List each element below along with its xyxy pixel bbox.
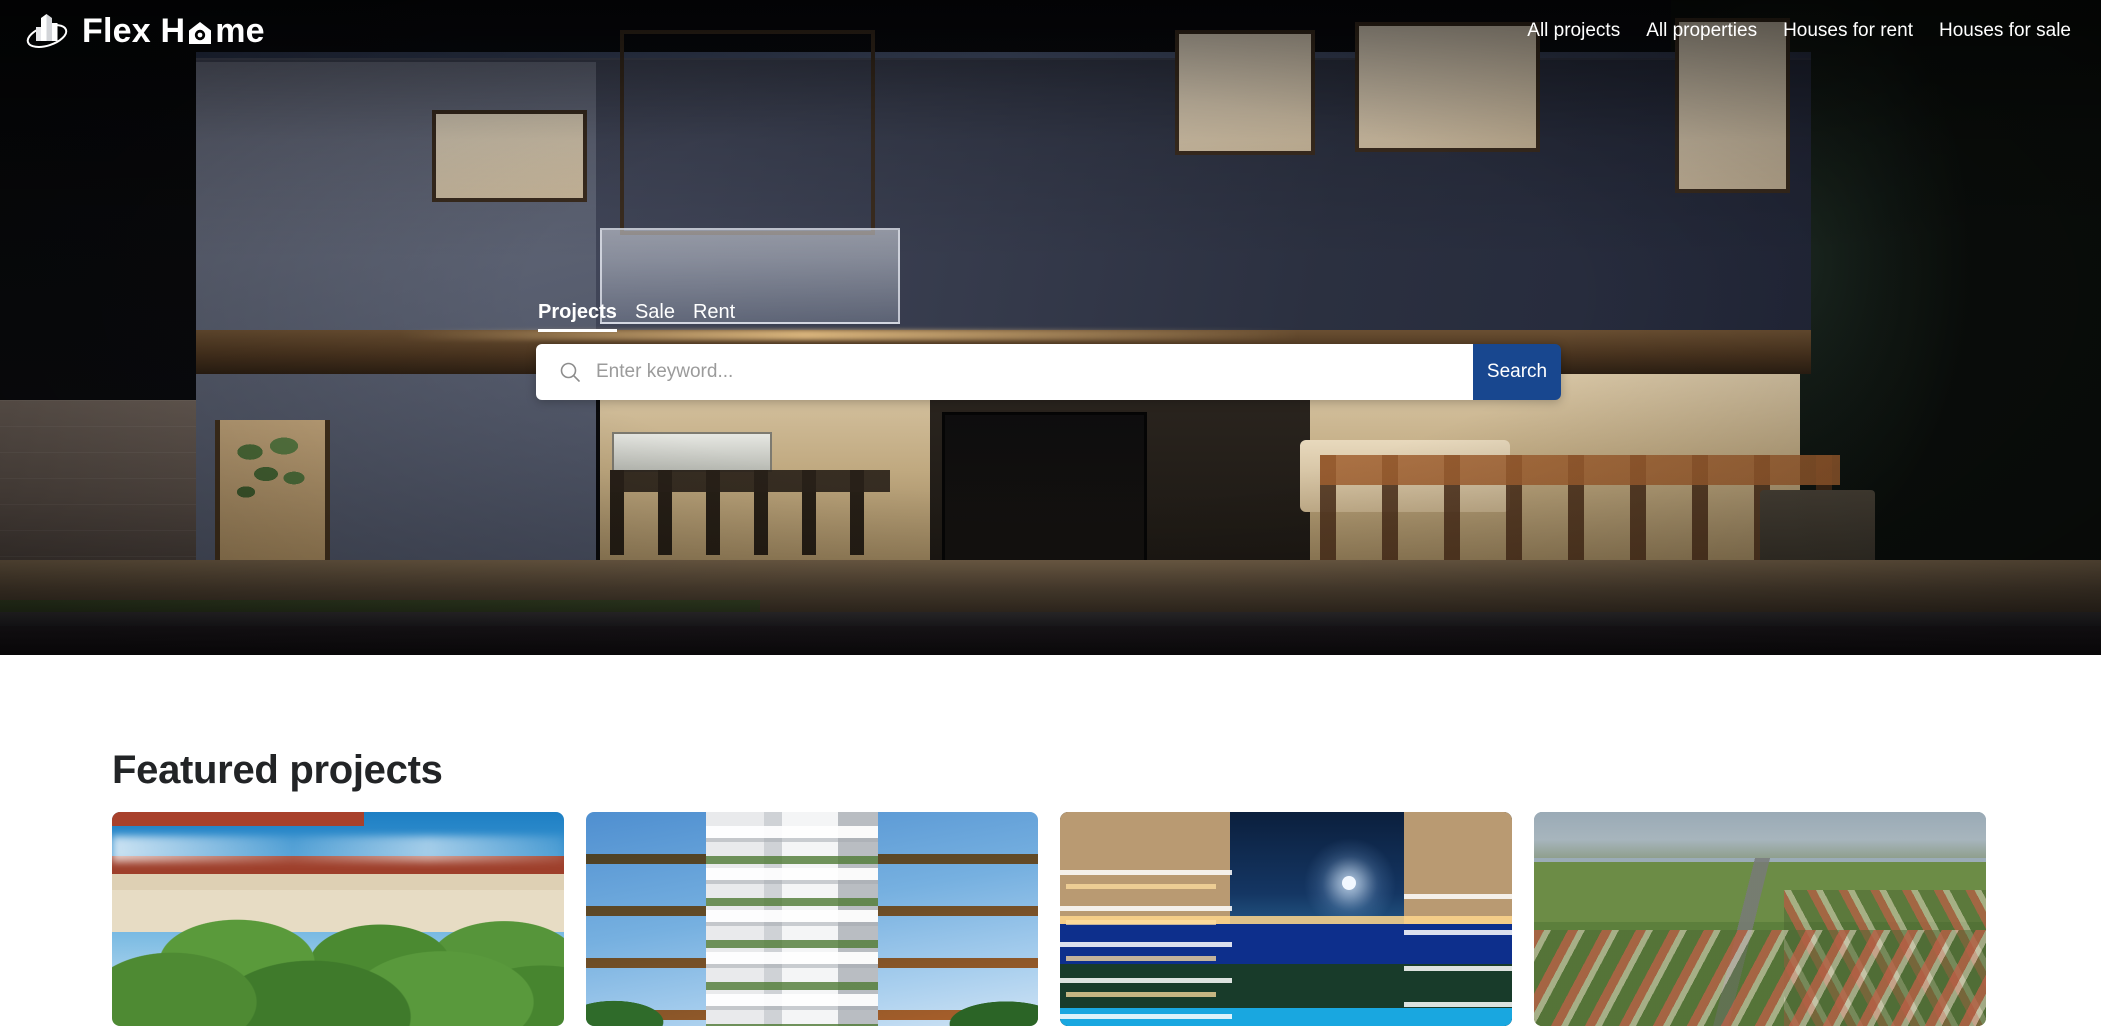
main-navigation: All projects All properties Houses for r…: [1525, 16, 2073, 46]
nav-link-all-projects[interactable]: All projects: [1525, 16, 1622, 46]
nav-link-houses-for-rent[interactable]: Houses for rent: [1781, 16, 1915, 46]
site-header: Flex H me All projects All properties Ho…: [0, 0, 2101, 62]
featured-projects-list: [112, 812, 1992, 1026]
brand-name-part1: Flex H: [82, 11, 186, 50]
tab-sale[interactable]: Sale: [635, 300, 675, 332]
nav-link-all-properties[interactable]: All properties: [1644, 16, 1759, 46]
project-card[interactable]: [1060, 812, 1512, 1026]
project-card-image: [1534, 812, 1986, 1026]
search-field[interactable]: [536, 344, 1473, 400]
brand-logo[interactable]: Flex H me: [24, 8, 265, 54]
tab-rent[interactable]: Rent: [693, 300, 735, 332]
project-card[interactable]: [586, 812, 1038, 1026]
project-card-image: [112, 812, 564, 1026]
project-card-image: [1060, 812, 1512, 1026]
search-input[interactable]: [596, 361, 1455, 383]
building-orbit-logo-icon: [26, 14, 68, 48]
brand-name: Flex H me: [82, 12, 265, 51]
search-bar: Search: [536, 344, 1561, 400]
hero-banner: Flex H me All projects All properties Ho…: [0, 0, 2101, 655]
project-card[interactable]: [1534, 812, 1986, 1026]
project-card[interactable]: [112, 812, 564, 1026]
hero-search-block: Projects Sale Rent Search: [536, 300, 1561, 400]
featured-projects-section: Featured projects: [0, 655, 2101, 1026]
search-icon: [560, 362, 580, 382]
search-tabs: Projects Sale Rent: [536, 300, 1561, 332]
page-title: Featured projects: [112, 748, 443, 792]
project-card-image: [586, 812, 1038, 1026]
house-dot-icon: [189, 22, 212, 44]
tab-projects[interactable]: Projects: [538, 300, 617, 332]
brand-name-part2: me: [215, 11, 265, 50]
search-button[interactable]: Search: [1473, 344, 1561, 400]
nav-link-houses-for-sale[interactable]: Houses for sale: [1937, 16, 2073, 46]
